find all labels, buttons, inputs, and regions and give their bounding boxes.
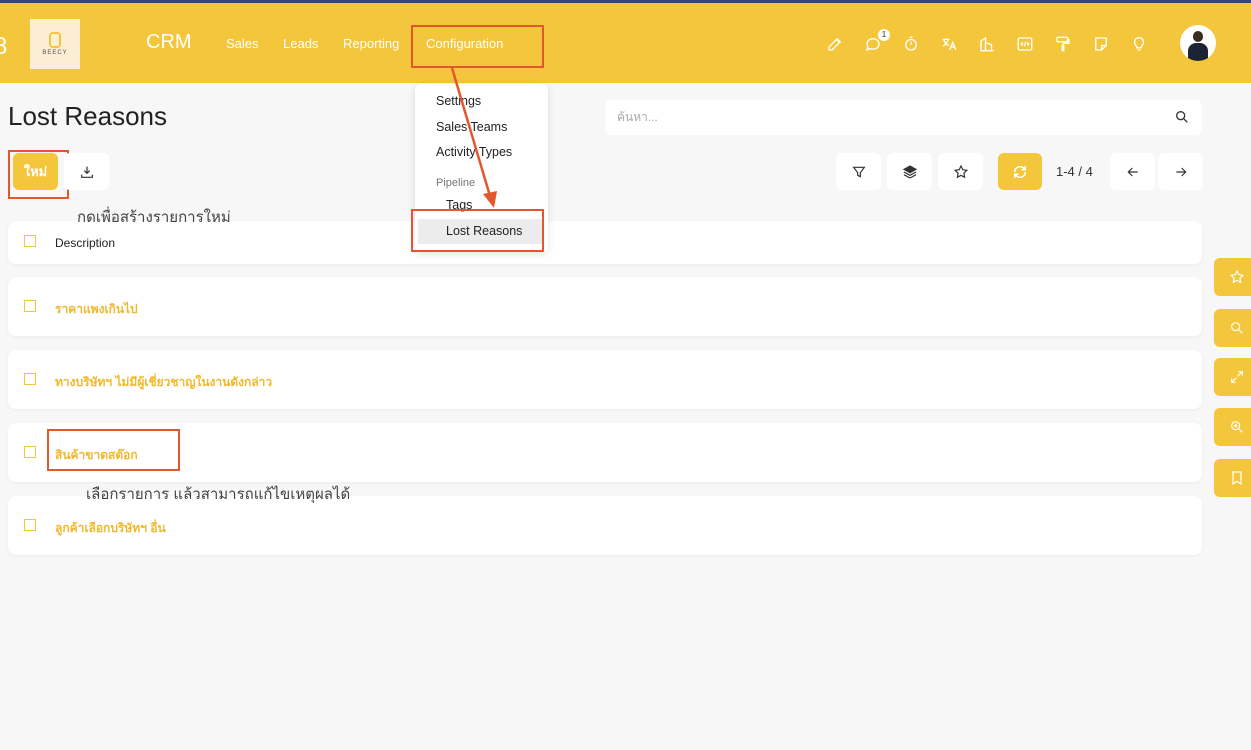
chat-badge: 1 [878, 29, 890, 41]
logo-text: BEECY [42, 50, 68, 56]
list-row[interactable]: สินค้าขาดสต๊อก [8, 423, 1202, 482]
side-search-button[interactable] [1214, 309, 1251, 347]
row-checkbox[interactable] [24, 373, 36, 385]
dropdown-settings[interactable]: Settings [436, 94, 481, 108]
search-box[interactable] [605, 100, 1202, 135]
avatar-body [1188, 43, 1208, 61]
bookmark-icon [1232, 471, 1242, 486]
download-button[interactable] [64, 153, 109, 190]
column-description[interactable]: Description [55, 236, 115, 250]
dropdown-sales-teams[interactable]: Sales Teams [436, 120, 507, 134]
row-description[interactable]: ลูกค้าเลือกบริษัทฯ อื่น [55, 519, 166, 538]
avatar-head [1193, 31, 1203, 42]
note-icon[interactable] [1090, 33, 1112, 55]
layers-icon [902, 164, 917, 179]
menu-leads[interactable]: Leads [283, 36, 318, 51]
chat-icon[interactable]: 1 [862, 29, 890, 55]
code-icon[interactable] [1014, 33, 1036, 55]
zoom-in-icon [1231, 421, 1243, 433]
previous-page-button[interactable] [1110, 153, 1155, 190]
refresh-button[interactable] [998, 153, 1042, 190]
filter-button[interactable] [836, 153, 881, 190]
edit-icon[interactable] [824, 33, 846, 55]
row-description[interactable]: ราคาแพงเกินไป [55, 300, 138, 319]
search-icon [1231, 322, 1243, 334]
dropdown-activity-types[interactable]: Activity Types [436, 145, 512, 159]
translate-icon[interactable] [938, 33, 960, 55]
search-input[interactable] [617, 108, 1157, 126]
highlight-configuration [411, 25, 544, 68]
group-by-button[interactable] [887, 153, 932, 190]
arrow-right-icon [1175, 167, 1187, 176]
search-icon[interactable] [1174, 109, 1190, 125]
row-checkbox[interactable] [24, 300, 36, 312]
pager-value[interactable]: 1-4 / 4 [1056, 164, 1093, 179]
side-expand-button[interactable] [1214, 358, 1251, 396]
filter-icon [851, 166, 866, 178]
side-bookmark-button[interactable] [1214, 459, 1251, 497]
navbar: 8 BEECY CRM Sales Leads Reporting Config… [0, 3, 1251, 83]
logo-mark [49, 32, 61, 48]
expand-icon [1231, 371, 1243, 383]
row-description[interactable]: ทางบริษัทฯ ไม่มีผู้เชี่ยวชาญในงานดังกล่า… [55, 373, 272, 392]
row-checkbox[interactable] [24, 446, 36, 458]
list-row[interactable]: ราคาแพงเกินไป [8, 277, 1202, 336]
dropdown-pipeline-header: Pipeline [436, 177, 476, 189]
highlight-new-button [8, 150, 69, 199]
download-icon [80, 166, 93, 178]
row-checkbox[interactable] [24, 519, 36, 531]
favorites-button[interactable] [938, 153, 983, 190]
select-all-checkbox[interactable] [24, 235, 36, 247]
page-title: Lost Reasons [8, 101, 167, 131]
arrow-left-icon [1126, 167, 1138, 176]
building-icon[interactable] [976, 33, 998, 55]
timer-icon[interactable] [900, 33, 922, 55]
star-icon [1229, 269, 1245, 284]
menu-sales[interactable]: Sales [226, 36, 259, 51]
user-avatar[interactable] [1180, 25, 1216, 61]
menu-reporting[interactable]: Reporting [343, 36, 399, 51]
side-zoom-button[interactable] [1214, 408, 1251, 446]
paint-roller-icon[interactable] [1052, 33, 1074, 55]
highlight-lost-reasons [411, 209, 544, 252]
list-row[interactable]: ทางบริษัทฯ ไม่มีผู้เชี่ยวชาญในงานดังกล่า… [8, 350, 1202, 409]
app-name[interactable]: CRM [146, 31, 192, 54]
lightbulb-icon[interactable] [1128, 33, 1150, 55]
apps-menu-icon[interactable]: 8 [0, 33, 7, 61]
star-icon [953, 164, 968, 178]
highlight-row [47, 429, 180, 471]
refresh-icon [1013, 165, 1027, 178]
next-page-button[interactable] [1158, 153, 1203, 190]
note-create: กดเพื่อสร้างรายการใหม่ [77, 209, 231, 226]
company-logo[interactable]: BEECY [30, 19, 80, 69]
note-edit: เลือกรายการ แล้วสามารถแก้ไขเหตุผลได้ [86, 486, 351, 503]
side-favorite-button[interactable] [1214, 258, 1251, 296]
